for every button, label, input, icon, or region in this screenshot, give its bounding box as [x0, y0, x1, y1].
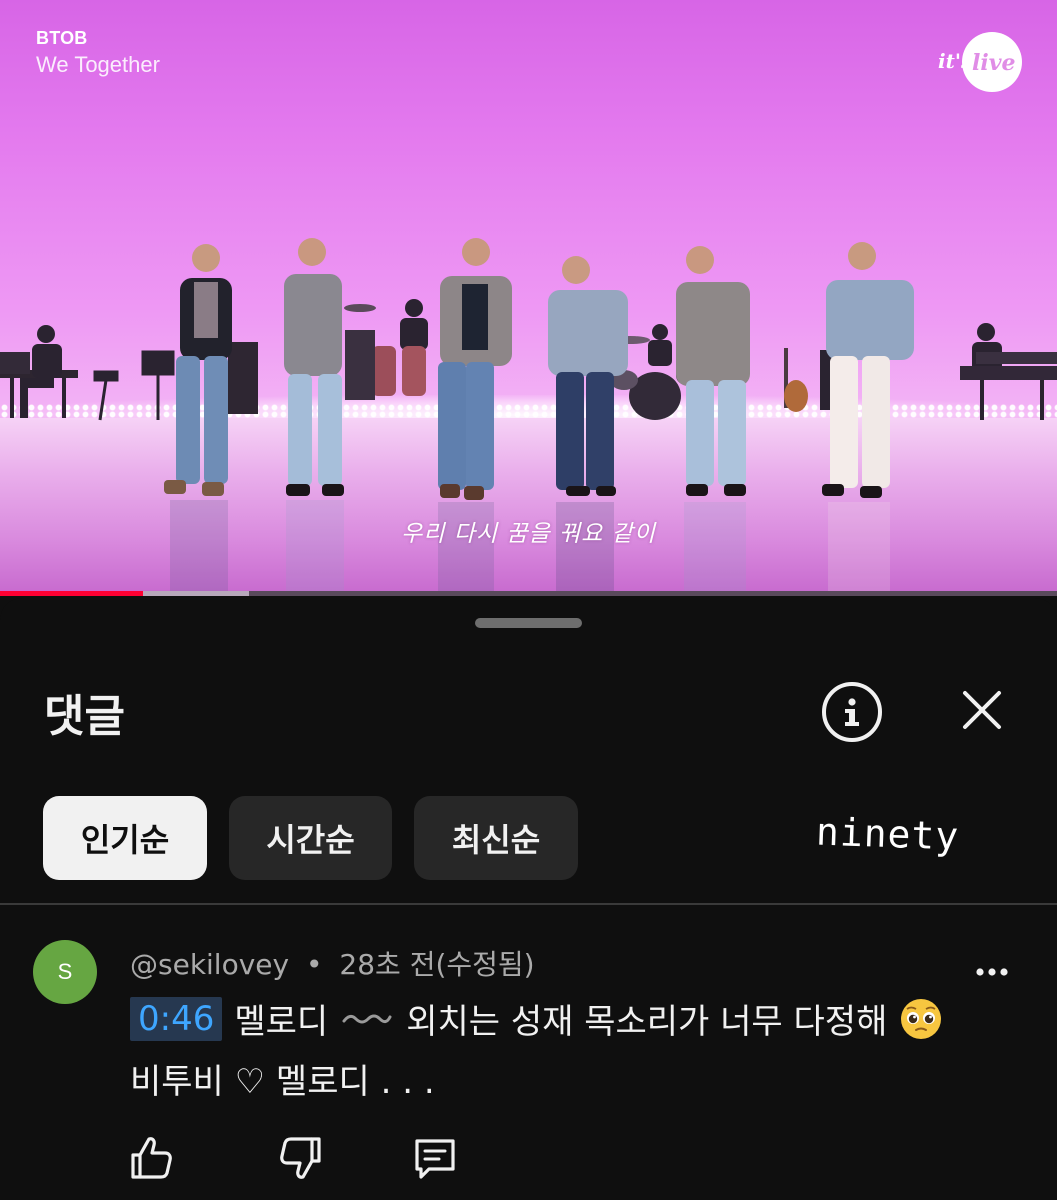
- timestamp-link[interactable]: 0:46: [130, 996, 223, 1041]
- music-stands: [93, 350, 175, 421]
- dislike-icon[interactable]: [277, 1133, 325, 1183]
- info-button[interactable]: [822, 682, 882, 742]
- like-icon[interactable]: [127, 1133, 175, 1183]
- pleading-face-icon: [901, 998, 942, 1039]
- singer-6: [822, 242, 914, 498]
- singer-3: [438, 238, 512, 500]
- video-player[interactable]: BTOB We Together it's live 우리 다시 꿈을 꿔요 같…: [0, 0, 1057, 592]
- comments-sheet: 댓글 인기순 시간순 최신순 ninety S @sekilovey • 28초…: [0, 598, 1057, 1200]
- avatar[interactable]: S: [33, 940, 97, 1004]
- svg-text:live: live: [972, 50, 1016, 76]
- percussion: [344, 299, 428, 400]
- comment-author[interactable]: @sekilovey: [130, 948, 289, 981]
- sort-chip-popular[interactable]: 인기순: [43, 796, 207, 880]
- sort-chip-newest[interactable]: 최신순: [414, 796, 578, 880]
- comment-time: 28초 전(수정됨): [339, 948, 535, 981]
- reply-icon[interactable]: [411, 1133, 459, 1183]
- video-progress-bar[interactable]: [0, 591, 1057, 596]
- comment-text-line-2: 비투비 ♡ 멜로디 . . .: [130, 1062, 435, 1102]
- svg-text:it's: it's: [938, 49, 972, 73]
- more-options-icon[interactable]: [972, 960, 1012, 984]
- stage-scene: [0, 238, 1057, 592]
- progress-played: [0, 591, 143, 596]
- singer-5: [676, 246, 750, 496]
- its-live-logo: it's live: [938, 32, 1022, 92]
- comment-text-part-2: 외치는 성재 목소리가 너무 다정해: [406, 1002, 888, 1042]
- keyboard-player-right: [960, 323, 1057, 420]
- close-icon[interactable]: [960, 688, 1004, 732]
- handwritten-overlay-text: ninety: [815, 809, 961, 859]
- sort-chip-timeline[interactable]: 시간순: [229, 796, 392, 880]
- drag-handle[interactable]: [475, 618, 582, 628]
- singer-4: [548, 256, 628, 496]
- comment-text-line-1: 0:46 멜로디 외치는 성재 목소리가 너무 다정해: [130, 994, 943, 1043]
- video-song-title: We Together: [36, 52, 160, 77]
- keyboard-player-left: [0, 325, 78, 418]
- comment-meta: @sekilovey • 28초 전(수정됨): [130, 943, 535, 983]
- video-subtitle: 우리 다시 꿈을 꿔요 같이: [401, 521, 656, 547]
- singer-2: [284, 238, 344, 496]
- amp: [228, 342, 258, 414]
- divider: [0, 903, 1057, 905]
- comments-title: 댓글: [44, 691, 125, 742]
- meta-separator: •: [306, 948, 323, 981]
- video-artist: BTOB: [36, 28, 88, 48]
- info-icon: [845, 698, 859, 726]
- wavy-dash-icon: [342, 1014, 392, 1023]
- progress-buffered: [143, 591, 249, 596]
- comment-text-part-1: 멜로디: [234, 1002, 329, 1042]
